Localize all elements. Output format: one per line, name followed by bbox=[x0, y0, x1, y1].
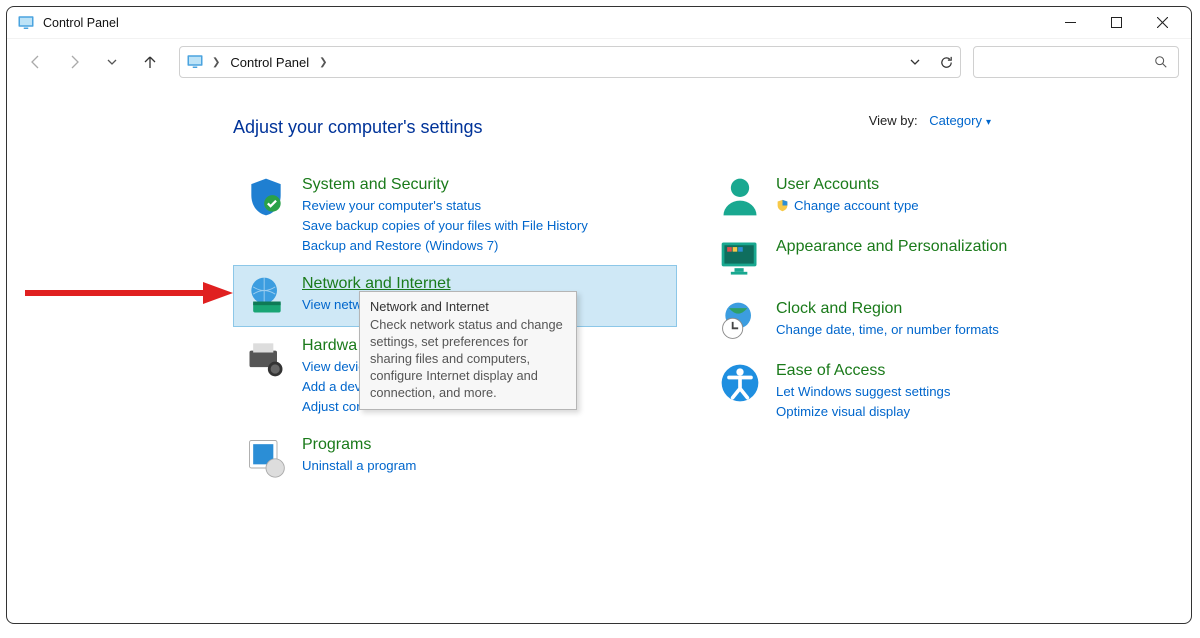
shield-icon bbox=[244, 175, 288, 219]
navigation-bar: ❯ Control Panel ❯ bbox=[7, 39, 1191, 85]
category-system-security[interactable]: System and Security Review your computer… bbox=[233, 166, 677, 265]
refresh-icon[interactable] bbox=[939, 55, 954, 70]
category-title: Hardwa bbox=[302, 337, 365, 355]
page-title: Adjust your computer's settings bbox=[233, 117, 1151, 138]
category-link[interactable]: Adjust cor bbox=[302, 397, 365, 417]
clock-globe-icon bbox=[718, 299, 762, 343]
up-button[interactable] bbox=[133, 45, 167, 79]
forward-button[interactable] bbox=[57, 45, 91, 79]
category-title: Programs bbox=[302, 436, 416, 454]
tooltip: Network and Internet Check network statu… bbox=[359, 291, 577, 410]
breadcrumb-item[interactable]: Control Panel bbox=[228, 55, 311, 70]
category-programs[interactable]: Programs Uninstall a program bbox=[233, 426, 677, 488]
control-panel-icon bbox=[186, 53, 204, 71]
printer-icon bbox=[244, 336, 288, 380]
recent-locations-button[interactable] bbox=[95, 45, 129, 79]
user-icon bbox=[718, 175, 762, 219]
close-button[interactable] bbox=[1139, 8, 1185, 38]
category-column-right: User Accounts Change account type Appear… bbox=[707, 166, 1151, 488]
category-link[interactable]: Change date, time, or number formats bbox=[776, 320, 999, 340]
globe-icon bbox=[244, 274, 288, 318]
minimize-button[interactable] bbox=[1047, 8, 1093, 38]
window-title: Control Panel bbox=[43, 16, 119, 30]
category-link[interactable]: Uninstall a program bbox=[302, 456, 416, 476]
category-link[interactable]: Change account type bbox=[776, 196, 919, 216]
category-title: Clock and Region bbox=[776, 300, 999, 318]
tooltip-title: Network and Internet bbox=[370, 298, 566, 315]
category-link[interactable]: Save backup copies of your files with Fi… bbox=[302, 216, 588, 236]
category-link[interactable]: Optimize visual display bbox=[776, 402, 950, 422]
category-title: Appearance and Personalization bbox=[776, 238, 1007, 256]
tooltip-body: Check network status and change settings… bbox=[370, 316, 566, 401]
maximize-button[interactable] bbox=[1093, 8, 1139, 38]
category-link[interactable]: View devic bbox=[302, 357, 365, 377]
accessibility-icon bbox=[718, 361, 762, 405]
category-title: User Accounts bbox=[776, 176, 919, 194]
address-bar[interactable]: ❯ Control Panel ❯ bbox=[179, 46, 961, 78]
category-link[interactable]: Add a devi bbox=[302, 377, 365, 397]
view-by-value: Category bbox=[929, 113, 982, 128]
category-link[interactable]: Let Windows suggest settings bbox=[776, 382, 950, 402]
programs-icon bbox=[244, 435, 288, 479]
chevron-right-icon[interactable]: ❯ bbox=[210, 57, 222, 68]
category-appearance[interactable]: Appearance and Personalization bbox=[707, 228, 1151, 290]
category-ease-access[interactable]: Ease of Access Let Windows suggest setti… bbox=[707, 352, 1151, 431]
view-by-label: View by: bbox=[869, 113, 918, 128]
window-frame: Control Panel ❯ Control Panel ❯ bbox=[6, 6, 1192, 624]
titlebar: Control Panel bbox=[7, 7, 1191, 39]
search-icon bbox=[1154, 55, 1168, 69]
category-link[interactable]: Review your computer's status bbox=[302, 196, 588, 216]
control-panel-icon bbox=[17, 14, 35, 32]
category-title: Ease of Access bbox=[776, 362, 950, 380]
uac-shield-icon bbox=[776, 199, 789, 212]
view-by-selector[interactable]: View by: Category ▾ bbox=[869, 113, 991, 128]
category-user-accounts[interactable]: User Accounts Change account type bbox=[707, 166, 1151, 228]
search-input[interactable] bbox=[973, 46, 1179, 78]
annotation-arrow bbox=[25, 282, 233, 304]
category-title: System and Security bbox=[302, 176, 588, 194]
monitor-icon bbox=[718, 237, 762, 281]
back-button[interactable] bbox=[19, 45, 53, 79]
category-clock-region[interactable]: Clock and Region Change date, time, or n… bbox=[707, 290, 1151, 352]
category-link[interactable]: Backup and Restore (Windows 7) bbox=[302, 236, 588, 256]
chevron-down-icon[interactable] bbox=[909, 56, 921, 68]
caret-down-icon: ▾ bbox=[986, 117, 991, 128]
chevron-right-icon[interactable]: ❯ bbox=[317, 57, 329, 68]
